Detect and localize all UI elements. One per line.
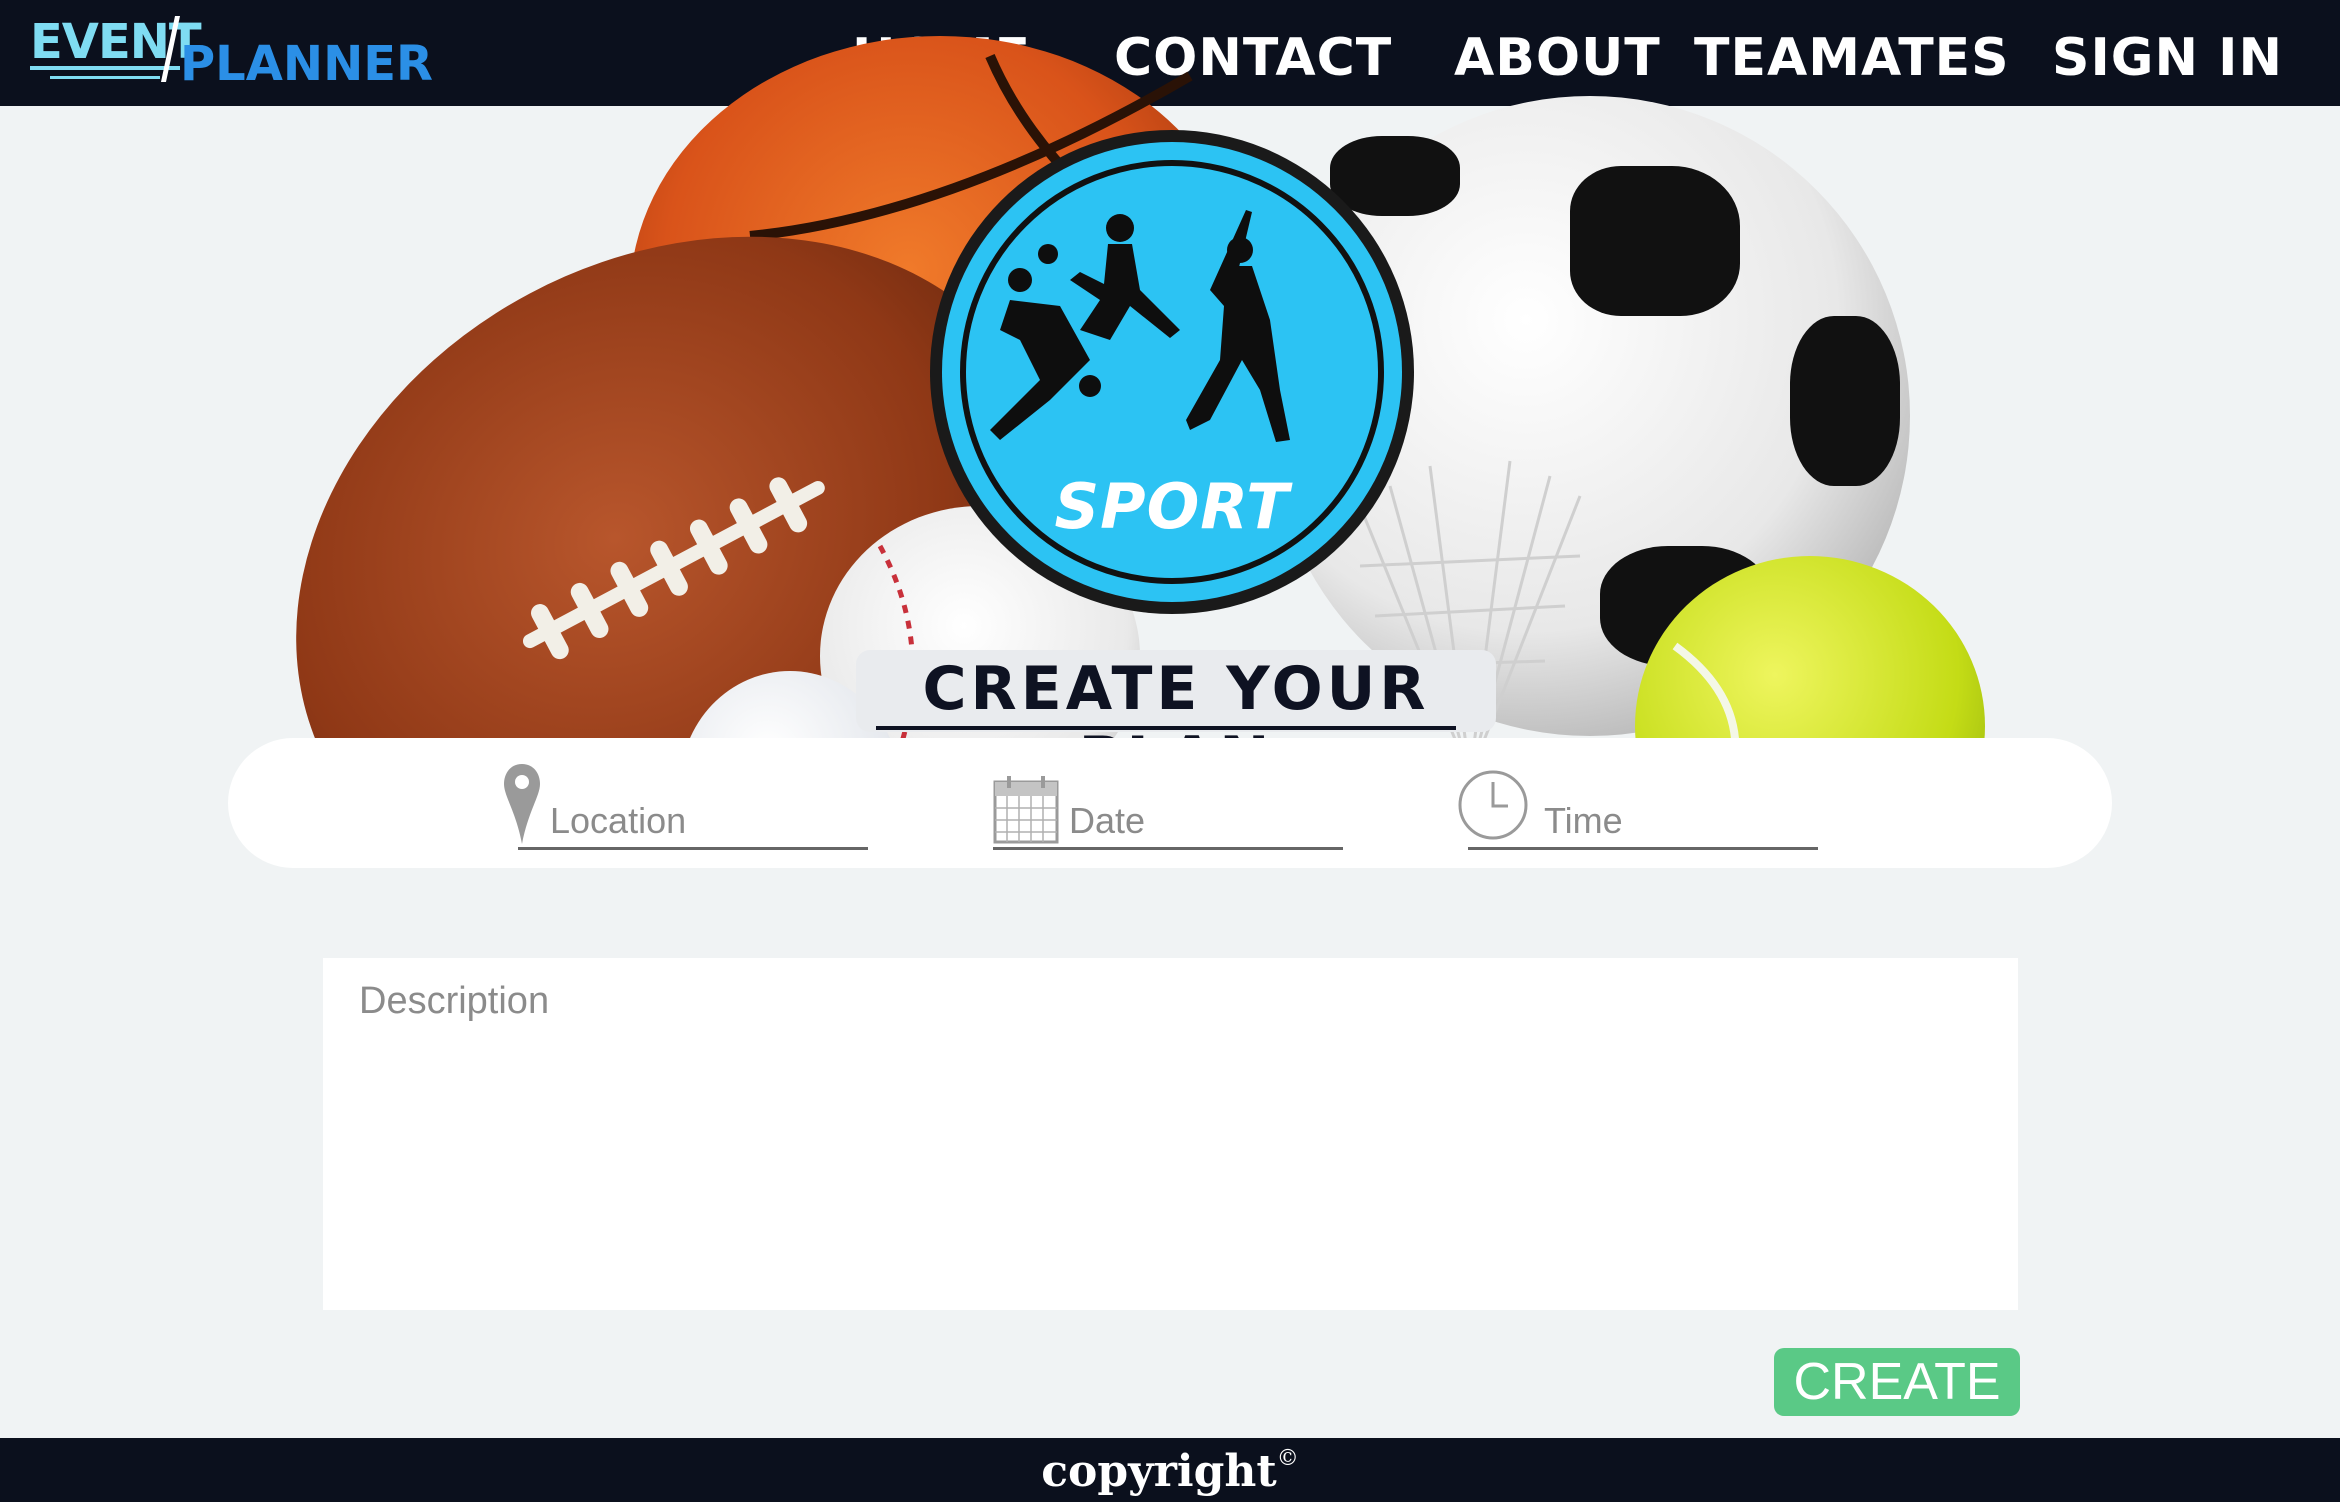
- plan-title-banner: CREATE YOUR PLAN: [856, 650, 1496, 794]
- copyright-symbol: ©: [1276, 1446, 1299, 1471]
- time-placeholder: Time: [1544, 800, 1623, 841]
- description-placeholder: Description: [359, 980, 550, 1022]
- date-underline: [993, 847, 1343, 850]
- copyright-text: copyright: [1041, 1446, 1277, 1497]
- date-placeholder: Date: [1069, 800, 1146, 841]
- location-underline: [518, 847, 868, 850]
- location-field[interactable]: Location: [504, 764, 868, 854]
- soccer-patch: [1330, 136, 1460, 216]
- date-field[interactable]: Date: [993, 764, 1343, 854]
- logo-word-planner: PLANNER: [180, 36, 434, 92]
- nav-signin-link[interactable]: SIGN IN: [2052, 28, 2283, 88]
- create-button[interactable]: CREATE: [1774, 1348, 2020, 1416]
- plan-title-underline: [876, 726, 1456, 730]
- logo-underline-secondary: [50, 76, 160, 79]
- page-footer: copyright©: [0, 1438, 2340, 1502]
- soccer-patch: [1570, 166, 1740, 316]
- soccer-patch: [1790, 316, 1900, 486]
- athletes-silhouette-icon: [990, 210, 1290, 442]
- nav-about-link[interactable]: ABOUT: [1454, 28, 1661, 88]
- time-field[interactable]: Time: [1458, 764, 1818, 854]
- sport-emblem-label: SPORT: [1054, 470, 1290, 543]
- location-placeholder: Location: [550, 800, 687, 841]
- description-textarea[interactable]: Description: [323, 958, 2018, 1310]
- calendar-icon: [993, 776, 1059, 844]
- sport-emblem: SPORT: [930, 130, 1414, 614]
- plan-details-bar: Location Date Time: [228, 738, 2112, 868]
- copyright-notice: copyright©: [0, 1446, 2340, 1497]
- nav-teamates-link[interactable]: TEAMATES: [1694, 28, 2010, 88]
- logo-underline: [30, 66, 180, 70]
- map-pin-icon: [504, 764, 540, 844]
- clock-icon: [1458, 770, 1528, 840]
- event-planner-logo[interactable]: EVENT PLANNER: [30, 14, 433, 94]
- time-underline: [1468, 847, 1818, 850]
